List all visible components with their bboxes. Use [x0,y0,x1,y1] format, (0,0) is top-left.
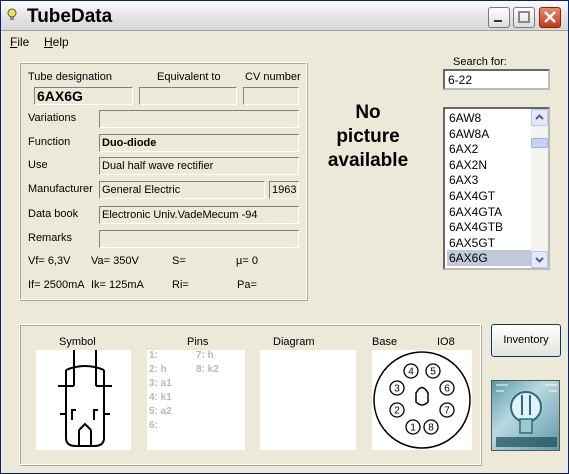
databook-label: Data book [28,208,79,220]
menu-bar: File Help [1,32,568,52]
svg-text:2: 2 [394,406,400,417]
list-item[interactable]: 6AX6G [447,250,532,267]
va-value: Va= 350V [91,255,139,267]
diagram-panel [260,350,356,450]
vacuum-tube-logo-icon [496,384,557,447]
base-pinout-diagram: 12 34 56 78 [373,351,471,449]
chevron-down-icon [535,257,544,263]
close-button[interactable] [539,7,561,28]
list-item[interactable]: 6AX4GT [447,188,532,204]
list-item[interactable]: 6AX2N [447,157,532,173]
base-pin: 7 [439,402,455,418]
tube-designation-label: Tube designation [28,71,112,83]
base-pin: 3 [389,380,405,396]
app-window: TubeData File Help Tube designation Equi… [0,0,569,474]
lightbulb-icon [7,8,17,20]
base-type: IO8 [437,336,455,348]
cv-number-field[interactable] [243,87,299,105]
tube-list[interactable]: 6AW8 6AW8A 6AX2 6AX2N 6AX3 6AX4GT 6AX4GTA 6AX4G… [443,107,550,270]
ri-value: Ri= [172,279,189,291]
search-input[interactable]: 6-22 [443,69,550,90]
manufacturer-label: Manufacturer [28,183,93,195]
s-value: S= [172,255,186,267]
remarks-field[interactable] [99,230,299,248]
equivalent-field[interactable] [139,87,237,105]
svg-text:4: 4 [408,367,414,378]
base-pin: 8 [423,419,439,435]
minimize-icon [494,20,502,22]
tube-designation-field[interactable]: 6AX6G [34,87,133,105]
list-item[interactable]: 6AX4GTA [447,204,532,220]
variations-field[interactable] [99,110,299,128]
pin-8: 8: k2 [196,364,219,375]
mu-value: µ= 0 [236,255,258,267]
ik-value: Ik= 125mA [91,279,144,291]
svg-text:8: 8 [428,423,434,434]
list-item[interactable]: 6AX2 [447,141,532,157]
svg-text:1: 1 [410,423,416,434]
databook-field[interactable]: Electronic Univ.VadeMecum -94 [99,206,299,224]
symbol-label: Symbol [59,336,96,348]
svg-text:5: 5 [430,367,436,378]
base-pin: 6 [439,380,455,396]
manufacturer-field[interactable]: General Electric [99,181,265,199]
cv-number-label: CV number [245,71,301,83]
svg-text:6: 6 [444,384,450,395]
if-value: If= 2500mA [28,279,85,291]
pin-2: 2: h [149,364,167,375]
chevron-up-icon [535,114,544,120]
title-bar[interactable]: TubeData [1,1,568,31]
list-item[interactable]: 6AX5GT [447,235,532,251]
search-label: Search for: [453,56,507,68]
tubedata-logo [491,380,560,451]
base-label: Base [372,336,398,348]
close-icon [544,11,556,23]
maximize-button[interactable] [513,7,535,28]
scroll-thumb[interactable] [531,138,548,148]
base-pin: 2 [389,402,405,418]
base-panel: 12 34 56 78 [372,350,472,450]
list-item[interactable]: 6AX3 [447,172,532,188]
scroll-up-button[interactable] [531,109,548,126]
base-pin: 5 [425,363,441,379]
pins-panel: 1: 2: h 3: a1 4: k1 5: a2 6: 7: h 8: k2 [147,350,245,450]
pin-1: 1: [149,350,158,361]
base-pin: 1 [405,419,421,435]
vf-value: Vf= 6,3V [28,255,71,267]
year-field[interactable]: 1963 [269,181,299,199]
base-pin: 4 [403,363,419,379]
list-item[interactable]: 6AW8 [447,110,532,126]
list-item[interactable]: 6AW8A [447,126,532,142]
list-item[interactable]: 6AX4GTB [447,219,532,235]
equivalent-label: Equivalent to [157,71,221,83]
list-scrollbar[interactable] [531,109,548,268]
symbol-panel [36,350,131,450]
pin-6: 6: [149,420,158,431]
menu-file[interactable]: File [10,35,29,49]
function-field[interactable]: Duo-diode [99,134,299,152]
pa-value: Pa= [237,279,257,291]
pins-label: Pins [187,336,209,348]
window-title: TubeData [27,6,113,27]
tube-symbol-icon [58,350,112,447]
inventory-button[interactable]: Inventory [491,324,561,357]
diagram-label: Diagram [273,336,315,348]
use-field[interactable]: Dual half wave rectifier [99,157,299,175]
pin-4: 4: k1 [149,392,172,403]
minimize-button[interactable] [488,7,510,28]
svg-text:3: 3 [394,384,400,395]
pin-7: 7: h [196,350,214,361]
svg-text:7: 7 [444,406,450,417]
no-picture-text: No picture available [327,102,409,171]
maximize-icon [518,11,530,23]
remarks-label: Remarks [28,232,73,244]
menu-help[interactable]: Help [44,35,69,49]
scroll-down-button[interactable] [531,251,548,268]
pin-5: 5: a2 [149,406,172,417]
pin-3: 3: a1 [149,378,172,389]
use-label: Use [28,159,48,171]
function-label: Function [28,136,71,148]
variations-label: Variations [28,112,77,124]
